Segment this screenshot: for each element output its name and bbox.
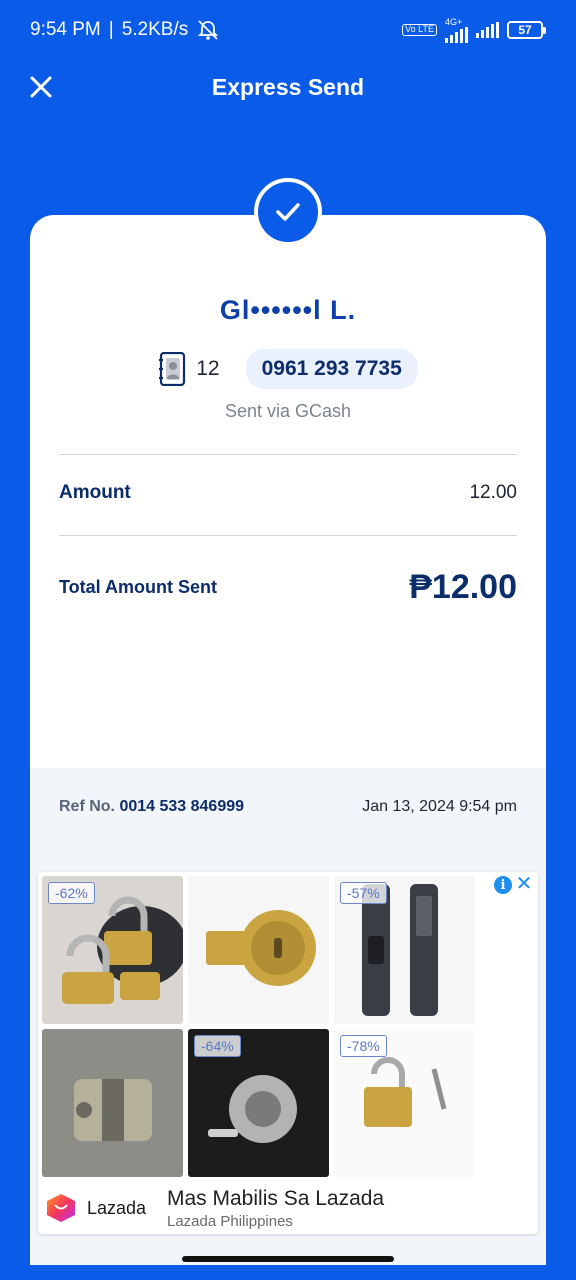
receipt-card: Gl••••••l L. 12 0961 293 7735 Sent via G… [30, 215, 546, 1265]
ad-product-padlocks[interactable]: -62% [42, 876, 183, 1024]
close-button[interactable] [24, 70, 58, 104]
amount-row: Amount 12.00 [59, 477, 517, 509]
battery-icon: 57 [507, 21, 546, 39]
status-right: Vo LTE 4G+ 57 [402, 16, 546, 43]
ref-label: Ref No. [59, 798, 115, 815]
battery-level: 57 [507, 21, 543, 39]
ref-number: 0014 533 846999 [119, 798, 245, 815]
reference-row: Ref No. 0014 533 846999 Jan 13, 2024 9:5… [59, 798, 517, 816]
sent-via-label: Sent via GCash [224, 401, 352, 421]
amount-value: 12.00 [469, 482, 517, 503]
home-indicator[interactable] [182, 1256, 394, 1262]
recipient-name: Gl••••••l L. [219, 295, 357, 325]
check-icon [276, 203, 300, 221]
discount-badge: -78% [340, 1035, 387, 1057]
deadbolt-image [188, 876, 329, 1024]
ad-product-deadbolt[interactable] [188, 876, 329, 1024]
phone-number: 0961 293 7735 [245, 349, 418, 389]
contact-row: 12 0961 293 7735 [30, 349, 546, 389]
transaction-date: Jan 13, 2024 9:54 pm [362, 798, 517, 815]
close-icon[interactable]: ✕ [514, 874, 534, 894]
ad-subtitle: Lazada Philippines [167, 1212, 293, 1230]
lazada-brand: Lazada [87, 1197, 147, 1218]
ad-product-brass-padlock[interactable]: -78% [334, 1029, 475, 1177]
status-bar: 9:54 PM | 5.2KB/s Vo LTE 4G+ 57 [0, 0, 576, 60]
contact-count: 12 [196, 357, 220, 380]
signal-icon [445, 26, 468, 43]
lazada-logo-icon [47, 1194, 75, 1222]
status-left: 9:54 PM | 5.2KB/s [30, 19, 220, 41]
success-badge [254, 178, 322, 246]
status-time: 9:54 PM [30, 19, 101, 40]
total-label: Total Amount Sent [59, 576, 217, 597]
net-speed: 5.2KB/s [121, 19, 189, 40]
amount-label: Amount [59, 482, 131, 503]
divider [59, 535, 517, 536]
ad-product-knob-lock[interactable]: -64% [188, 1029, 329, 1177]
divider [59, 454, 517, 455]
close-icon [30, 76, 52, 98]
discount-badge: -57% [340, 882, 387, 904]
ad-headline: Mas Mabilis Sa Lazada [167, 1186, 385, 1210]
header: Express Send [0, 60, 576, 115]
contact-book-icon [159, 352, 186, 386]
ad-product-smart-lock[interactable]: -57% [334, 876, 475, 1024]
info-icon[interactable]: i [494, 876, 512, 894]
total-row: Total Amount Sent ₱12.00 [59, 565, 517, 609]
discount-badge: -64% [194, 1035, 241, 1057]
network-type: 4G+ [445, 16, 463, 27]
receipt-footer: Ref No. 0014 533 846999 Jan 13, 2024 9:5… [30, 768, 546, 1265]
lazada-ad[interactable]: -62% -57% -64% -78% i ✕ Lazada Mas Mabil… [38, 872, 538, 1234]
total-value: ₱12.00 [409, 567, 517, 606]
page-title: Express Send [211, 74, 365, 100]
volte-badge: Vo LTE [402, 24, 437, 36]
signal-icon-2 [476, 22, 499, 38]
ad-footer[interactable]: Lazada Mas Mabilis Sa Lazada Lazada Phil… [38, 1182, 538, 1234]
glass-lock-image [42, 1029, 183, 1177]
ad-product-glass-lock[interactable] [42, 1029, 183, 1177]
ad-product-grid: -62% -57% -64% -78% [42, 876, 476, 1177]
discount-badge: -62% [48, 882, 95, 904]
mute-icon [198, 20, 219, 40]
